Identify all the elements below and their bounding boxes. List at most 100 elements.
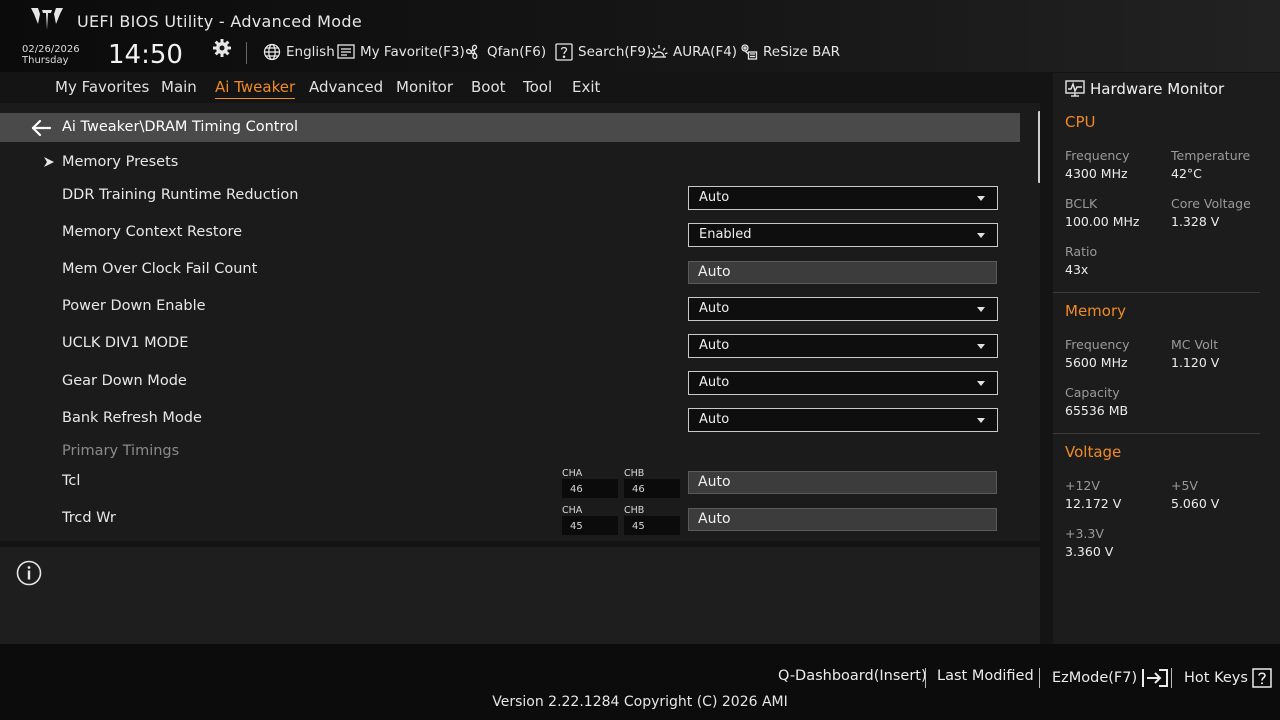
power-down-enable-dropdown[interactable]: Auto [688,297,998,321]
resize-bar-icon [741,44,758,60]
date-display: 02/26/2026 Thursday [22,44,80,66]
hw-label: Ratio [1065,244,1098,259]
help-info-panel [0,547,1040,644]
globe-icon [263,43,281,61]
setting-label: Trcd Wr [62,510,116,526]
trcd-wr-input[interactable]: Auto [688,508,997,531]
hw-label: Temperature [1171,148,1251,163]
last-modified-button[interactable]: Last Modified [937,668,1034,684]
caret-down-icon [977,233,985,238]
gear-icon[interactable] [212,38,232,58]
hardware-monitor-icon [1065,80,1085,97]
footer-divider [925,668,926,688]
chb-value-box: 46 [624,479,680,498]
hot-keys-label: Hot Keys [1184,670,1248,686]
hw-label: +5V [1171,478,1198,493]
dropdown-value: Auto [699,375,730,390]
setting-row-power-down-enable: Power Down Enable Auto [0,288,1020,325]
q-dashboard-button[interactable]: Q-Dashboard(Insert) [778,668,927,684]
dropdown-value: Auto [699,412,730,427]
date-text: 02/26/2026 [22,44,80,55]
tab-advanced[interactable]: Advanced [309,78,383,96]
bank-refresh-mode-dropdown[interactable]: Auto [688,408,998,432]
language-label: English [286,44,335,60]
ezmode-exit-icon [1142,669,1169,687]
caret-down-icon [977,418,985,423]
mem-oc-fail-count-input[interactable]: Auto [688,261,997,284]
hw-value: 4300 MHz [1065,166,1128,181]
dropdown-value: Auto [699,338,730,353]
input-value: Auto [698,264,731,280]
clock[interactable]: 14:50 [108,40,183,70]
dropdown-value: Auto [699,190,730,205]
ezmode-button[interactable]: EzMode(F7) [1052,668,1169,688]
chb-value: 45 [632,521,645,532]
last-modified-label: Last Modified [937,668,1034,684]
hw-value: 1.328 V [1171,214,1220,229]
my-favorite-label: My Favorite(F3) [360,44,465,60]
chb-value: 46 [632,484,645,495]
hw-monitor-title: Hardware Monitor [1090,80,1225,98]
tab-tool[interactable]: Tool [523,78,552,96]
setting-row-ddr-training: DDR Training Runtime Reduction Auto [0,177,1020,214]
hw-value: 5600 MHz [1065,355,1128,370]
setting-label: Memory Presets [62,154,179,170]
footer-divider [1039,668,1040,688]
app-title: UEFI BIOS Utility - Advanced Mode [77,12,362,31]
aura-button[interactable]: AURA(F4) [650,43,737,61]
setting-label: Bank Refresh Mode [62,410,202,426]
caret-down-icon [977,307,985,312]
footer-divider [1171,668,1172,688]
breadcrumb: Ai Tweaker\DRAM Timing Control [62,119,299,135]
footer-bar: Q-Dashboard(Insert) Last Modified EzMode… [0,644,1280,720]
tab-monitor[interactable]: Monitor [396,78,453,96]
tab-exit[interactable]: Exit [572,78,600,96]
tab-main[interactable]: Main [161,78,197,96]
resize-bar-button[interactable]: ReSize BAR [740,43,840,61]
ddr-training-dropdown[interactable]: Auto [688,186,998,210]
hot-keys-button[interactable]: Hot Keys [1184,668,1272,688]
hw-value: 3.360 V [1065,544,1114,559]
uclk-div1-mode-dropdown[interactable]: Auto [688,334,998,358]
main-menu: My Favorites Main Ai Tweaker Advanced Mo… [0,72,1040,103]
setting-label: Tcl [62,473,81,489]
scrollbar-thumb[interactable] [1038,111,1040,183]
cha-value: 45 [570,521,583,532]
back-arrow-icon[interactable] [30,119,52,137]
favorite-icon [337,44,355,59]
memory-context-restore-dropdown[interactable]: Enabled [688,223,998,247]
tab-ai-tweaker[interactable]: Ai Tweaker [215,78,296,99]
hw-section-memory: Memory [1065,302,1127,320]
hardware-monitor-panel: Hardware Monitor CPU Frequency 4300 MHz … [1053,73,1280,644]
tab-boot[interactable]: Boot [471,78,506,96]
memory-presets-item[interactable]: Memory Presets [0,144,1020,181]
language-button[interactable]: English [263,43,335,61]
input-value: Auto [698,511,731,527]
setting-row-tcl: Tcl CHA CHB 46 46 Auto [0,463,1020,500]
setting-row-mem-oc-fail-count: Mem Over Clock Fail Count Auto [0,251,1020,288]
qfan-button[interactable]: Qfan(F6) [464,43,546,61]
setting-label: DDR Training Runtime Reduction [62,187,299,203]
version-text: Version 2.22.1284 Copyright (C) 2026 AMI [492,694,788,710]
setting-label: Mem Over Clock Fail Count [62,261,258,277]
caret-down-icon [977,381,985,386]
toolbar-divider [246,42,247,64]
hw-label: Frequency [1065,148,1130,163]
resize-bar-label: ReSize BAR [763,44,840,60]
search-button[interactable]: Search(F9) [555,43,651,61]
my-favorite-button[interactable]: My Favorite(F3) [337,43,465,61]
hw-label: +12V [1065,478,1100,493]
search-label: Search(F9) [578,44,652,60]
hw-divider [1053,292,1260,293]
cha-label: CHA [562,505,583,516]
hw-label: Frequency [1065,337,1130,352]
chb-label: CHB [624,505,645,516]
tab-my-favorites[interactable]: My Favorites [55,78,149,96]
input-value: Auto [698,474,731,490]
hw-value: 65536 MB [1065,403,1129,418]
tcl-input[interactable]: Auto [688,471,997,494]
setting-label: Memory Context Restore [62,224,243,240]
info-icon [16,560,42,586]
gear-down-mode-dropdown[interactable]: Auto [688,371,998,395]
dropdown-value: Auto [699,301,730,316]
